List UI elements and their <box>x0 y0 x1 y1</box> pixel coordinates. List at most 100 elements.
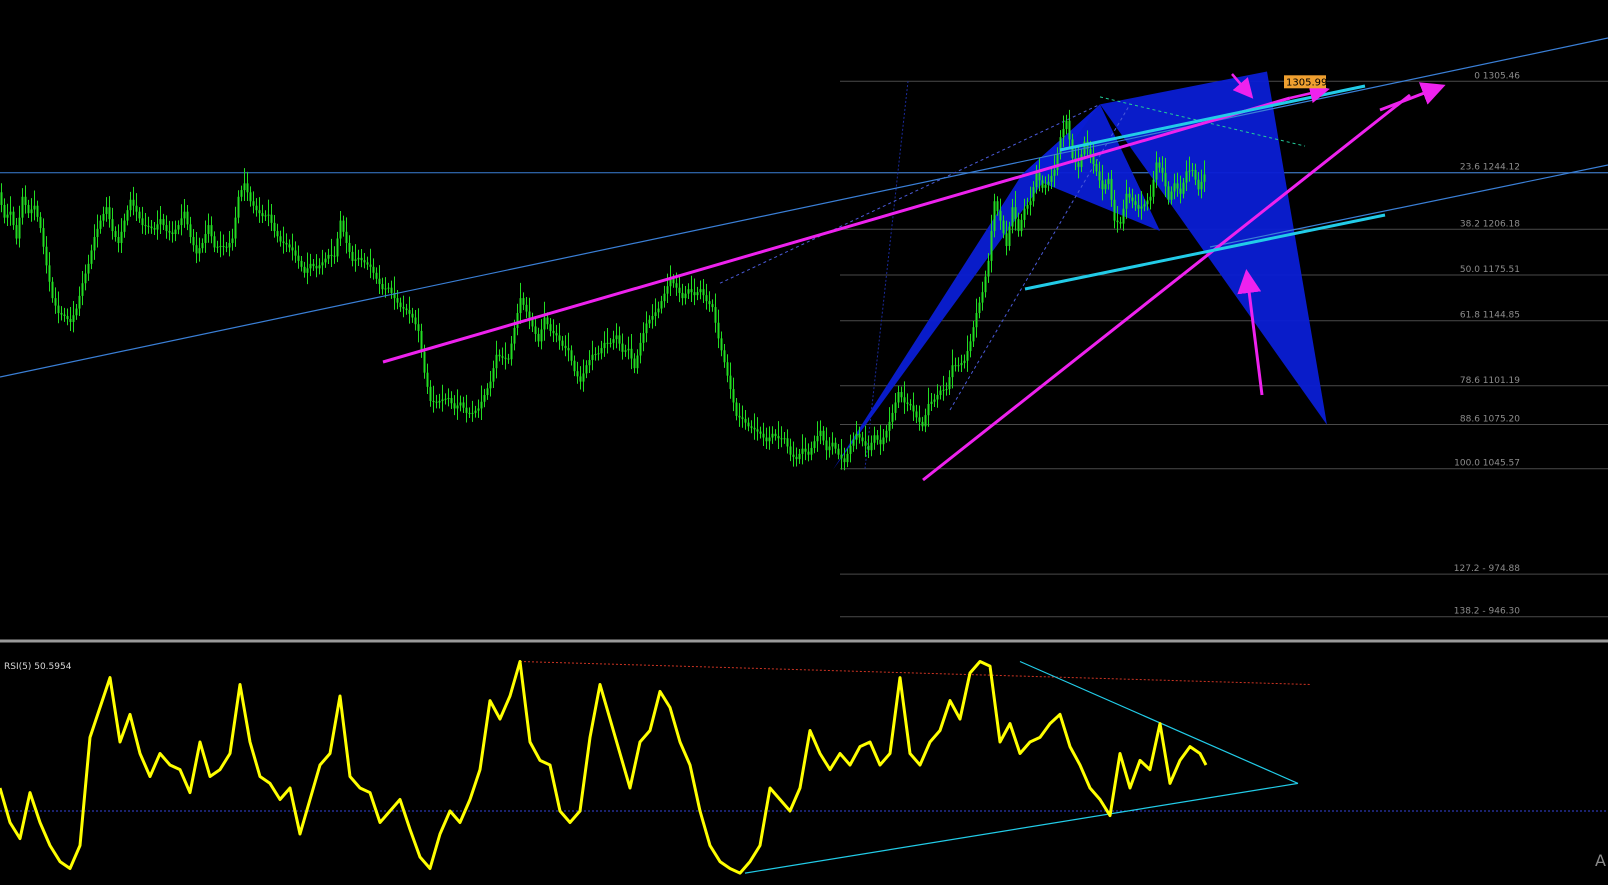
candle-body <box>306 268 309 273</box>
candle-body <box>927 403 930 416</box>
candle-body <box>1104 184 1107 190</box>
candle-body <box>417 324 420 331</box>
candle-body <box>978 302 981 314</box>
candle-body <box>414 317 417 325</box>
candle-body <box>102 213 105 221</box>
candle-body <box>1155 162 1158 180</box>
candle-body <box>567 348 570 351</box>
candle-body <box>870 442 873 451</box>
candle-body <box>627 348 630 351</box>
candle-body <box>729 375 732 390</box>
candle-body <box>783 438 786 440</box>
candle-body <box>270 214 273 223</box>
candle-body <box>105 207 108 214</box>
candle-body <box>96 228 99 238</box>
candle-body <box>597 353 600 355</box>
candle-body <box>747 422 750 427</box>
candle-body <box>513 327 516 344</box>
candle-body <box>744 418 747 423</box>
candle-body <box>384 288 387 290</box>
candle-body <box>525 304 528 312</box>
candle-body <box>462 402 465 408</box>
candle-body <box>789 446 792 455</box>
candle-body <box>54 298 57 306</box>
candle-body <box>909 403 912 406</box>
candle-body <box>396 298 399 303</box>
candle-body <box>1131 197 1134 202</box>
candle-body <box>540 329 543 342</box>
candle-body <box>1134 201 1137 205</box>
candle-body <box>1080 154 1083 167</box>
candle-body <box>675 283 678 288</box>
candle-body <box>873 435 876 443</box>
chart-canvas[interactable]: 0 1305.46 23.6 1244.12 38.2 1206.18 50.0 11… <box>0 0 1608 885</box>
candle-body <box>420 330 423 352</box>
candle-body <box>690 289 693 293</box>
candle-body <box>141 218 144 226</box>
candle-body <box>561 340 564 346</box>
fib-level-label: 100.0 1045.57 <box>1454 459 1520 469</box>
candle-body <box>9 211 12 215</box>
candle-body <box>618 335 621 344</box>
candle-body <box>663 293 666 302</box>
candle-body <box>192 237 195 246</box>
candle-body <box>1077 162 1080 167</box>
candle-body <box>750 426 753 428</box>
candle-body <box>576 371 579 377</box>
candle-body <box>519 298 522 314</box>
candle-body <box>1035 172 1038 188</box>
fib-level-label: 61.8 1144.85 <box>1460 311 1520 321</box>
candle-body <box>657 308 660 313</box>
fib-level-label: 38.2 1206.18 <box>1460 219 1520 229</box>
candle-body <box>159 219 162 225</box>
candle-body <box>1110 178 1113 200</box>
chart-background <box>0 0 1608 885</box>
candle-body <box>153 228 156 230</box>
candle-body <box>1146 200 1149 205</box>
candle-body <box>642 333 645 343</box>
fib-level-label: 138.2 - 946.30 <box>1454 607 1520 617</box>
candle-body <box>1200 181 1203 190</box>
candle-body <box>501 356 504 358</box>
fib-level-label: 50.0 1175.51 <box>1460 265 1520 275</box>
candle-body <box>825 440 828 451</box>
candle-body <box>720 338 723 351</box>
candle-body <box>279 236 282 242</box>
candle-body <box>837 448 840 455</box>
candle-body <box>1107 178 1110 185</box>
candle-body <box>315 266 318 269</box>
candle-body <box>489 381 492 389</box>
candle-body <box>549 324 552 331</box>
candle-body <box>354 259 357 261</box>
candle-body <box>258 210 261 214</box>
candle-body <box>648 319 651 324</box>
candle-body <box>615 335 618 340</box>
candle-body <box>879 439 882 445</box>
fib-level-label: 88.6 1075.20 <box>1460 415 1520 425</box>
candle-body <box>165 225 168 232</box>
candle-body <box>840 454 843 459</box>
candle-body <box>666 286 669 294</box>
candle-body <box>36 205 39 217</box>
candle-body <box>1032 187 1035 202</box>
candle-body <box>1020 219 1023 232</box>
candle-body <box>810 447 813 455</box>
candle-body <box>972 327 975 342</box>
candle-body <box>843 458 846 463</box>
candle-body <box>930 401 933 404</box>
candle-body <box>951 365 954 378</box>
candle-body <box>1002 220 1005 234</box>
candle-body <box>75 308 78 316</box>
candle-body <box>564 345 567 349</box>
candle-body <box>606 342 609 344</box>
candle-body <box>1158 162 1161 168</box>
candle-body <box>237 196 240 218</box>
candle-body <box>129 199 132 211</box>
candle-body <box>987 260 990 277</box>
candle-body <box>318 265 321 269</box>
fib-level-label: 78.6 1101.19 <box>1460 376 1520 386</box>
candle-body <box>0 192 3 205</box>
candle-body <box>12 211 15 226</box>
candle-body <box>327 254 330 259</box>
candle-body <box>495 354 498 369</box>
